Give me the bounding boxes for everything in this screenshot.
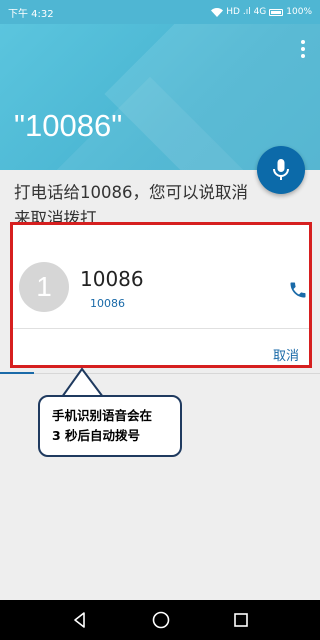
contact-call-card[interactable]: 1 10086 10086 取消 [10,222,312,368]
battery-level: 100% [286,7,312,17]
card-divider [13,328,309,329]
avatar: 1 [19,262,69,312]
contact-name: 10086 [80,267,144,291]
microphone-button[interactable] [257,146,305,194]
signal-indicators: HD .ıl 4G [226,7,267,17]
cancel-button[interactable]: 取消 [273,345,299,364]
status-bar: 下午 4:32 HD .ıl 4G 100% [0,0,320,24]
wifi-icon [211,7,224,17]
callout-pointer [61,367,104,398]
more-options-icon[interactable] [300,40,306,58]
status-time: 下午 4:32 [8,8,54,20]
contact-number: 10086 [90,297,125,310]
progress-indicator [0,372,34,374]
callout-line-1: 手机识别语音会在 [52,408,153,423]
navigation-bar [0,600,320,640]
callout-line-2: 3 秒后自动拨号 [52,428,141,443]
microphone-icon [273,159,289,180]
phone-call-icon[interactable] [288,280,308,300]
voice-query-text: "10086" [14,108,123,143]
recents-icon[interactable] [233,612,249,628]
battery-icon [269,8,284,16]
status-icons: HD .ıl 4G 100% [211,7,312,17]
back-icon[interactable] [71,611,89,629]
annotation-callout: 手机识别语音会在 3 秒后自动拨号 [38,395,182,457]
home-icon[interactable] [152,611,170,629]
